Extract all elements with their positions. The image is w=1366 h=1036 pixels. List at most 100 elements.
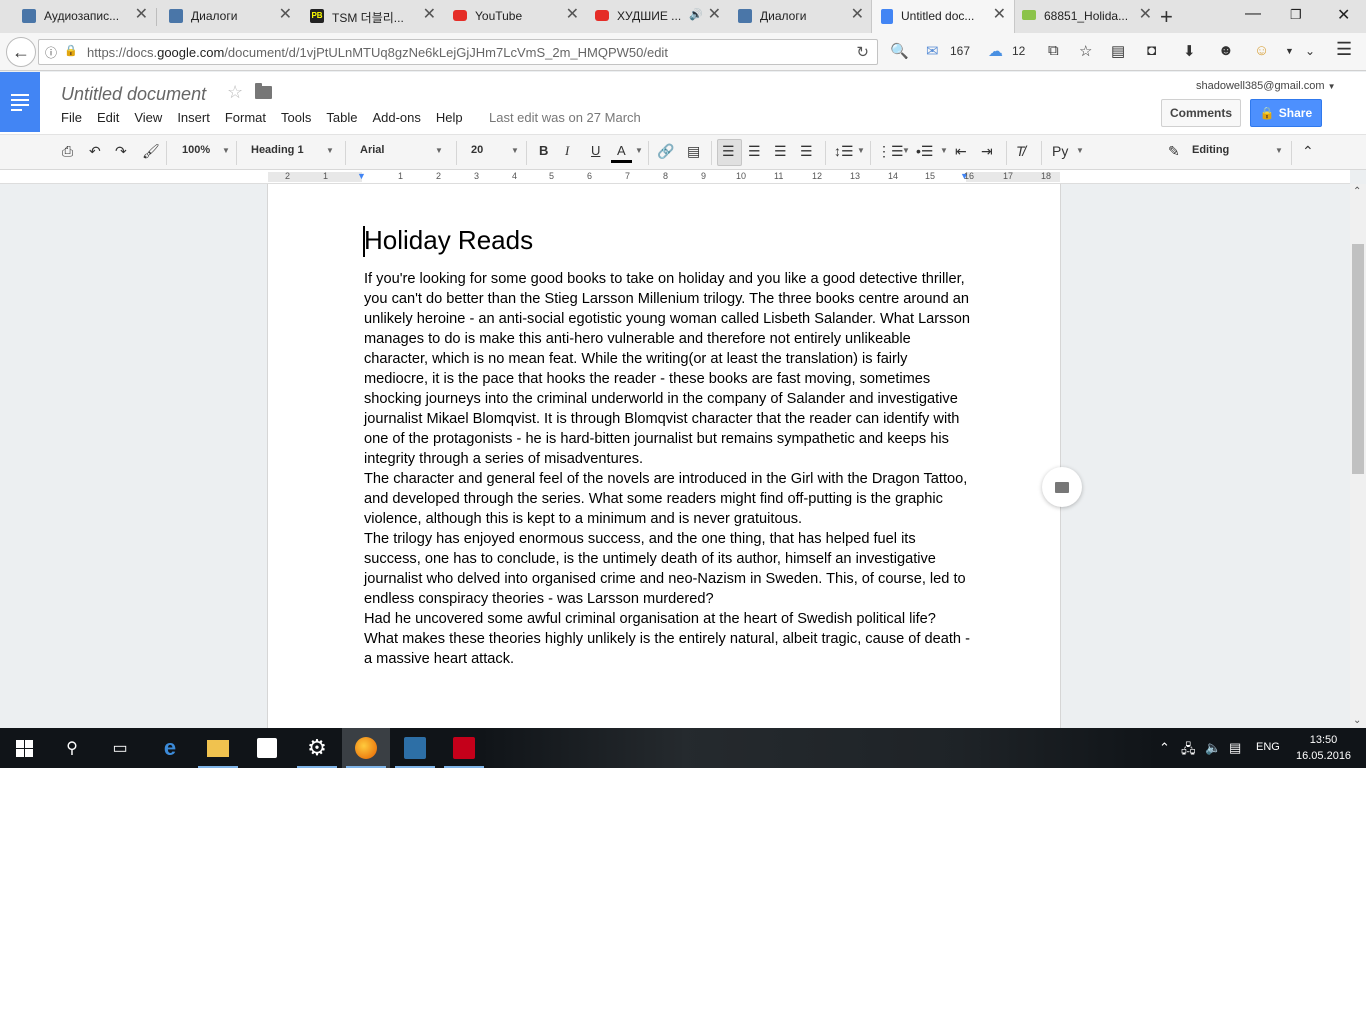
paragraph[interactable]: The character and general feel of the no… xyxy=(364,469,974,529)
share-button[interactable]: 🔒 Share xyxy=(1250,99,1322,127)
settings-app-button[interactable]: ⚙ xyxy=(293,728,341,768)
chevron-up-icon[interactable]: ⌃ xyxy=(1159,740,1170,756)
vertical-scrollbar[interactable]: ⌃ ⌄ xyxy=(1350,184,1366,728)
tab-untitled-document[interactable]: Untitled doc... ✕ xyxy=(871,0,1015,33)
comments-button[interactable]: Comments xyxy=(1161,99,1241,127)
last-edit-link[interactable]: Last edit was on 27 March xyxy=(489,110,641,125)
align-left-icon[interactable]: ☰ xyxy=(722,143,735,160)
avatar-icon[interactable]: ☺ xyxy=(1254,42,1269,59)
minimize-button[interactable]: — xyxy=(1245,5,1261,23)
italic-button[interactable]: I xyxy=(565,143,569,159)
search-icon[interactable]: 🔍 xyxy=(890,42,909,60)
document-body[interactable]: If you're looking for some good books to… xyxy=(364,269,974,669)
bold-button[interactable]: B xyxy=(539,143,548,158)
align-center-icon[interactable]: ☰ xyxy=(748,143,761,160)
task-view-button[interactable]: ▭ xyxy=(96,728,144,768)
menu-table[interactable]: Table xyxy=(326,110,357,125)
speaker-icon[interactable]: 🔊 xyxy=(689,8,703,21)
close-window-button[interactable]: ✕ xyxy=(1337,5,1350,25)
info-icon[interactable]: ⓘ xyxy=(45,44,57,61)
menu-file[interactable]: File xyxy=(61,110,82,125)
address-bar[interactable]: ⓘ 🔒 https://docs.google.com/document/d/1… xyxy=(38,39,878,65)
clock[interactable]: 13:50 16.05.2016 xyxy=(1296,732,1351,764)
cloud-icon[interactable]: ☁ xyxy=(988,42,1003,60)
font-size-select[interactable]: 20 xyxy=(471,144,483,156)
close-icon[interactable]: ✕ xyxy=(993,7,1006,23)
paragraph[interactable]: The trilogy has enjoyed enormous success… xyxy=(364,529,974,609)
line-spacing-icon[interactable]: ↕☰ xyxy=(834,143,854,160)
tab-youtube[interactable]: YouTube ✕ xyxy=(431,0,587,33)
volume-icon[interactable]: 🔈 xyxy=(1205,740,1221,756)
undo-icon[interactable]: ↶ xyxy=(89,143,101,160)
link-icon[interactable]: 🔗 xyxy=(657,143,674,160)
paragraph-style-select[interactable]: Heading 1 xyxy=(251,144,304,156)
menu-addons[interactable]: Add-ons xyxy=(372,110,420,125)
network-icon[interactable]: 🖧 xyxy=(1181,740,1196,762)
bookmark-star-icon[interactable]: ☆ xyxy=(1079,42,1092,60)
print-icon[interactable]: ⎙ xyxy=(62,143,73,160)
menu-tools[interactable]: Tools xyxy=(281,110,311,125)
acrobat-button[interactable] xyxy=(440,728,488,768)
underline-button[interactable]: U xyxy=(591,143,600,158)
search-button[interactable]: ⚲ xyxy=(48,728,96,768)
restore-button[interactable]: ❐ xyxy=(1290,7,1302,23)
docs-logo-icon[interactable] xyxy=(0,72,40,132)
new-tab-button[interactable]: + xyxy=(1160,4,1173,30)
font-family-select[interactable]: Arial xyxy=(360,144,384,156)
account-switcher[interactable]: shadowell385@gmail.com ▼ xyxy=(1196,80,1336,92)
close-icon[interactable]: ✕ xyxy=(1139,7,1152,23)
chevron-down-icon[interactable]: ⌄ xyxy=(1305,44,1315,58)
tab-youtube-video[interactable]: ХУДШИЕ ... 🔊 ✕ xyxy=(573,0,729,33)
document-page[interactable]: Holiday Reads If you're looking for some… xyxy=(267,184,1061,728)
tab-dialogs[interactable]: Диалоги ✕ xyxy=(147,0,300,33)
menu-view[interactable]: View xyxy=(134,110,162,125)
menu-format[interactable]: Format xyxy=(225,110,266,125)
menu-edit[interactable]: Edit xyxy=(97,110,119,125)
close-icon[interactable]: ✕ xyxy=(851,7,864,23)
reading-list-icon[interactable]: ▤ xyxy=(1111,42,1125,60)
scrollbar-thumb[interactable] xyxy=(1352,244,1364,474)
clear-formatting-icon[interactable]: T̸ xyxy=(1016,143,1025,159)
paragraph[interactable]: If you're looking for some good books to… xyxy=(364,269,974,469)
menu-help[interactable]: Help xyxy=(436,110,463,125)
close-icon[interactable]: ✕ xyxy=(135,7,148,23)
redo-icon[interactable]: ↷ xyxy=(115,143,127,160)
collapse-menu-icon[interactable]: ⌃ xyxy=(1302,143,1314,160)
indent-marker-icon[interactable]: ▼ xyxy=(357,171,366,181)
star-icon[interactable]: ☆ xyxy=(227,82,243,103)
decrease-indent-icon[interactable]: ⇤ xyxy=(955,143,967,160)
scroll-up-icon[interactable]: ⌃ xyxy=(1353,186,1361,197)
zoom-select[interactable]: 100% xyxy=(182,144,210,156)
insert-comment-icon[interactable]: ▤ xyxy=(687,143,700,160)
chat-icon[interactable]: ☻ xyxy=(1218,42,1234,59)
tab-dialogs-2[interactable]: Диалоги ✕ xyxy=(716,0,872,33)
mail-icon[interactable]: ✉ xyxy=(926,42,939,60)
text-color-button[interactable]: A xyxy=(617,143,626,158)
firefox-button[interactable] xyxy=(342,728,390,768)
tab-audio[interactable]: Аудиозапис... ✕ xyxy=(0,0,156,33)
menu-insert[interactable]: Insert xyxy=(177,110,210,125)
store-button[interactable] xyxy=(243,728,291,768)
app-button[interactable] xyxy=(391,728,439,768)
align-justify-icon[interactable]: ☰ xyxy=(800,143,813,160)
language-indicator[interactable]: ENG xyxy=(1256,741,1280,753)
download-icon[interactable]: ⬇ xyxy=(1183,42,1196,60)
pocket-icon[interactable]: ◘ xyxy=(1147,42,1156,59)
tab-image[interactable]: 68851_Holida... ✕ xyxy=(1015,0,1160,33)
paragraph[interactable]: Had he uncovered some awful criminal org… xyxy=(364,609,974,669)
bulleted-list-icon[interactable]: •☰ xyxy=(916,143,933,160)
url-text[interactable]: https://docs.google.com/document/d/1vjPt… xyxy=(87,45,668,60)
scroll-down-icon[interactable]: ⌄ xyxy=(1353,715,1361,726)
editing-mode-select[interactable]: Editing xyxy=(1192,144,1229,156)
reload-icon[interactable]: ↻ xyxy=(856,43,869,61)
menu-icon[interactable]: ☰ xyxy=(1336,39,1352,60)
file-explorer-button[interactable] xyxy=(194,728,242,768)
tab-tsm[interactable]: PB TSM 더블리... ✕ xyxy=(288,0,444,33)
document-title[interactable]: Untitled document xyxy=(61,84,206,105)
back-button[interactable]: ← xyxy=(6,37,36,67)
action-center-icon[interactable]: ▤ xyxy=(1229,740,1241,756)
folder-icon[interactable] xyxy=(255,83,272,99)
document-heading[interactable]: Holiday Reads xyxy=(364,225,533,256)
increase-indent-icon[interactable]: ⇥ xyxy=(981,143,993,160)
start-button[interactable] xyxy=(0,728,48,768)
